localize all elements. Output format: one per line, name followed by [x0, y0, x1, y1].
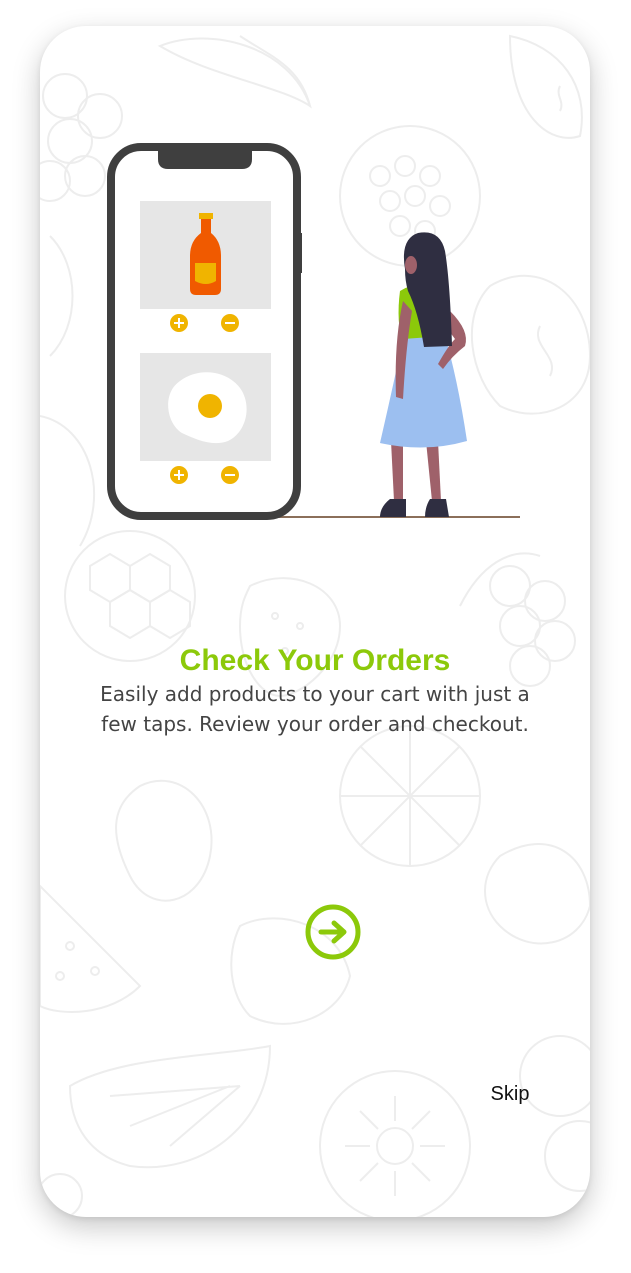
phone-notch: [158, 147, 252, 169]
remove-button-2: [221, 466, 239, 484]
arrow-right-circle-icon: [305, 904, 361, 960]
woman-figure: [380, 232, 467, 517]
phone-side-button: [297, 233, 302, 273]
skip-link[interactable]: Skip: [480, 1080, 540, 1108]
woman-with-phone-illustration: [107, 143, 520, 520]
phone-mockup: [107, 143, 302, 520]
onboarding-screen: Check Your Orders Easily add products to…: [40, 26, 590, 1217]
next-button[interactable]: [304, 903, 362, 961]
add-button-1: [170, 314, 188, 332]
remove-button-1: [221, 314, 239, 332]
page-title: Check Your Orders: [179, 644, 451, 677]
add-button-2: [170, 466, 188, 484]
page-description: Easily add products to your cart with ju…: [100, 682, 530, 736]
